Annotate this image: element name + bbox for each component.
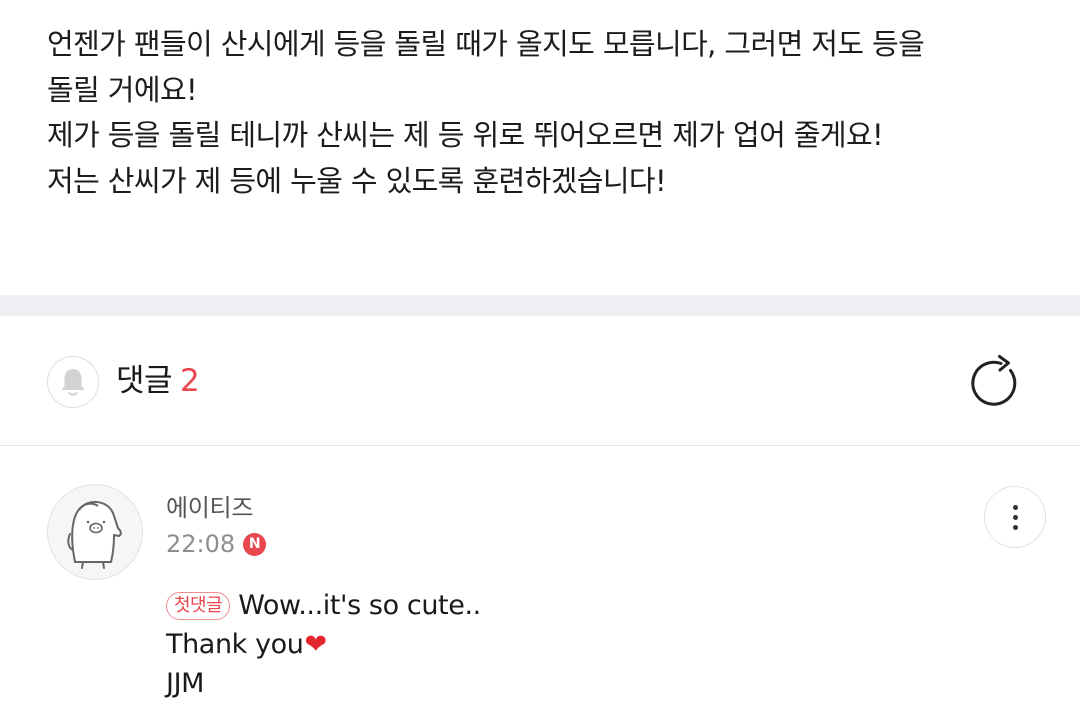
post-line: 제가 등을 돌릴 테니까 산씨는 제 등 위로 뛰어오르면 제가 업어 줄게요! bbox=[47, 118, 884, 152]
first-comment-badge: 첫댓글 bbox=[166, 591, 231, 620]
comment-line: Thank you ❤ bbox=[166, 625, 1026, 664]
refresh-button[interactable] bbox=[962, 350, 1028, 416]
comments-label: 댓글 bbox=[116, 363, 173, 399]
post-body: 언젠가 팬들이 산시에게 등을 돌릴 때가 올지도 모릅니다, 그러면 저도 등… bbox=[47, 22, 1047, 204]
comment-text: JJM bbox=[166, 668, 205, 699]
avatar[interactable] bbox=[47, 484, 143, 580]
bell-icon bbox=[61, 369, 85, 396]
post-line: 저는 산씨가 제 등에 누울 수 있도록 훈련하겠습니다! bbox=[47, 163, 667, 198]
comment-author[interactable]: 에이티즈 bbox=[166, 492, 253, 524]
more-vertical-icon bbox=[1012, 504, 1018, 510]
comment-line: 첫댓글 Wow...it's so cute.. bbox=[166, 586, 1026, 625]
post-line: 언젠가 팬들이 산시에게 등을 돌릴 때가 올지도 모릅니다, 그러면 저도 등… bbox=[47, 27, 925, 61]
more-vertical-icon-dot bbox=[1012, 514, 1018, 520]
comment-time: 22:08 bbox=[166, 530, 236, 558]
pig-character-icon bbox=[67, 501, 122, 569]
comment-text: Wow...it's so cute.. bbox=[238, 590, 481, 621]
more-vertical-icon-dot bbox=[1012, 524, 1018, 530]
section-divider bbox=[0, 295, 1080, 316]
notification-bell-button[interactable] bbox=[47, 356, 99, 408]
new-badge: N bbox=[243, 532, 267, 556]
comment-body: 첫댓글 Wow...it's so cute.. Thank you ❤ JJM bbox=[166, 586, 1026, 703]
comments-count: 2 bbox=[180, 363, 200, 399]
more-options-button[interactable] bbox=[984, 486, 1046, 548]
comment-item: 에이티즈 22:08 N 첫댓글 Wow...it's so cute.. Th… bbox=[0, 446, 1080, 715]
comment-line: JJM bbox=[166, 664, 1026, 703]
comment-time-row: 22:08 N bbox=[166, 528, 267, 560]
comments-header: 댓글 2 bbox=[0, 316, 1080, 446]
post-line: 돌릴 거에요! bbox=[47, 72, 198, 107]
heart-icon: ❤ bbox=[304, 629, 328, 660]
post-page: 언젠가 팬들이 산시에게 등을 돌릴 때가 올지도 모릅니다, 그러면 저도 등… bbox=[0, 0, 1080, 715]
comment-text: Thank you bbox=[166, 629, 304, 660]
comments-title: 댓글 2 bbox=[116, 358, 200, 404]
refresh-icon bbox=[971, 355, 1017, 406]
